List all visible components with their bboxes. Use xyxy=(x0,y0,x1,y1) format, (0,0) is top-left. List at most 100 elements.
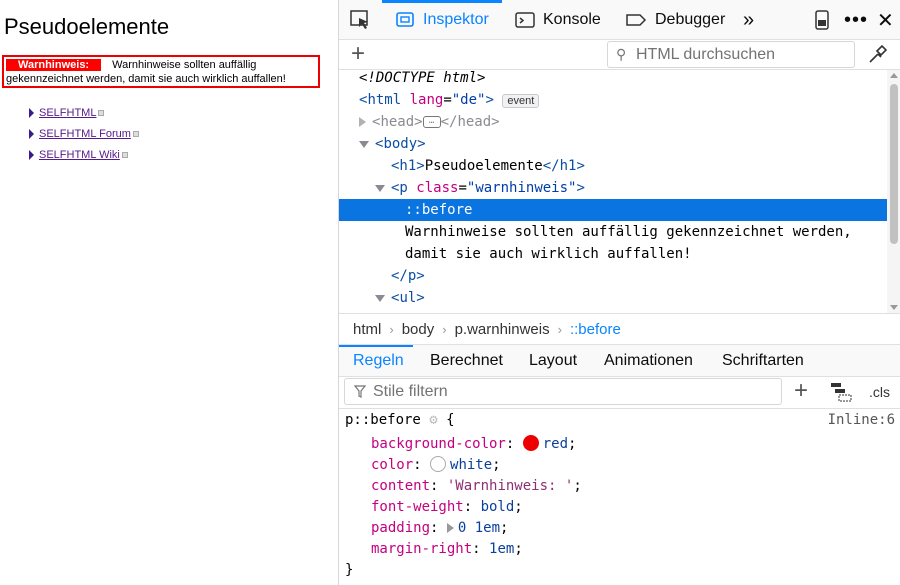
gear-icon[interactable]: ⚙ xyxy=(429,412,437,428)
declaration-row[interactable]: color: white; xyxy=(371,455,501,476)
eyedropper-icon[interactable] xyxy=(867,45,887,65)
declaration-row[interactable]: margin-right: 1em; xyxy=(371,539,523,560)
cls-toggle-button[interactable]: .cls xyxy=(869,384,890,400)
rule-close-brace: } xyxy=(345,562,354,578)
breadcrumb: html › body › p.warnhinweis › ::before xyxy=(339,313,900,345)
tab-layout[interactable]: Layout xyxy=(529,345,577,377)
add-rule-icon[interactable]: + xyxy=(794,379,808,403)
styles-filter-input[interactable]: Stile filtern xyxy=(344,378,782,405)
close-icon[interactable]: ✕ xyxy=(877,0,894,40)
inspector-icon xyxy=(396,12,414,27)
declaration-prop[interactable]: padding xyxy=(371,520,430,536)
text-node-line-1[interactable]: Warnhinweise sollten auffällig gekennzei… xyxy=(339,221,887,243)
bullet-icon xyxy=(29,107,34,118)
breadcrumb-body[interactable]: body xyxy=(402,321,435,338)
declaration-value[interactable]: 0 1em xyxy=(458,520,500,536)
declaration-value[interactable]: 'Warnhinweis: ' xyxy=(447,478,573,494)
markup-scrollbar[interactable] xyxy=(887,70,900,313)
dock-options-button[interactable] xyxy=(815,0,829,40)
collapsed-ellipsis-icon[interactable]: … xyxy=(422,116,441,128)
scroll-down-icon[interactable] xyxy=(890,305,898,310)
text-node-line-2[interactable]: damit sie auch wirklich auffallen! xyxy=(339,243,887,265)
declaration-value[interactable]: 1em xyxy=(489,541,514,557)
html-node[interactable]: <html lang="de"> event xyxy=(339,89,887,111)
declaration-prop[interactable]: background-color xyxy=(371,436,506,452)
bullet-icon xyxy=(29,149,34,160)
body-tag-name: body xyxy=(383,136,418,152)
expand-twisty-icon[interactable] xyxy=(359,117,366,127)
link-selfhtml[interactable]: SELFHTML xyxy=(39,107,96,119)
head-tag-name: head xyxy=(380,114,415,130)
p-attr-name: class xyxy=(416,180,459,196)
ul-node[interactable]: <ul> xyxy=(339,287,887,309)
tab-debugger[interactable]: Debugger xyxy=(625,0,725,40)
styles-toolbar: Stile filtern + .cls xyxy=(339,377,900,409)
element-picker-button[interactable] xyxy=(349,0,371,40)
console-icon xyxy=(515,12,535,28)
body-node[interactable]: <body> xyxy=(339,133,887,155)
declaration-row[interactable]: padding: 0 1em; xyxy=(371,518,508,539)
declaration-value[interactable]: white xyxy=(450,457,492,473)
scrollbar-thumb[interactable] xyxy=(890,84,898,244)
collapse-twisty-icon[interactable] xyxy=(359,140,369,148)
page-title: Pseudoelemente xyxy=(4,14,170,39)
expand-shorthand-icon[interactable] xyxy=(446,523,454,533)
styles-filter-placeholder: Stile filtern xyxy=(373,383,448,400)
breadcrumb-separator-icon: › xyxy=(389,321,394,337)
page-preview: Pseudoelemente Warnhinweis: Warnhinweise … xyxy=(0,0,338,585)
html-search-input[interactable]: ⚲ HTML durchsuchen xyxy=(607,41,855,68)
declaration-row[interactable]: font-weight: bold; xyxy=(371,497,523,518)
add-node-icon[interactable]: + xyxy=(351,42,365,66)
html-search-placeholder: HTML durchsuchen xyxy=(636,46,776,63)
before-pseudo-node[interactable]: ::before xyxy=(339,199,887,221)
breadcrumb-html[interactable]: html xyxy=(353,321,381,338)
tab-console[interactable]: Konsole xyxy=(515,0,601,40)
color-swatch-icon[interactable] xyxy=(522,435,539,451)
declaration-prop[interactable]: color xyxy=(371,457,413,473)
declaration-row[interactable]: content: 'Warnhinweis: '; xyxy=(371,476,582,497)
collapse-twisty-icon[interactable] xyxy=(375,294,385,302)
rule-selector-line[interactable]: p::before ⚙ { xyxy=(345,410,455,431)
declaration-prop[interactable]: font-weight xyxy=(371,499,464,515)
declaration-row[interactable]: background-color: red; xyxy=(371,434,576,455)
collapse-twisty-icon[interactable] xyxy=(375,184,385,192)
declaration-prop[interactable]: margin-right xyxy=(371,541,472,557)
color-swatch-icon[interactable] xyxy=(430,456,447,472)
rule-source-link[interactable]: Inline:6 xyxy=(828,412,895,428)
doctype-node[interactable]: <!DOCTYPE html> xyxy=(339,70,887,89)
list-item: SELFHTML xyxy=(29,102,139,123)
html-tag-name: html xyxy=(367,92,402,108)
declaration-value[interactable]: bold xyxy=(481,499,515,515)
head-node[interactable]: <head>… </head> xyxy=(339,111,887,133)
breadcrumb-before[interactable]: ::before xyxy=(570,321,621,338)
tab-berechnet[interactable]: Berechnet xyxy=(430,345,503,377)
tab-inspector-label: Inspektor xyxy=(423,11,489,28)
pseudo-label: ::before xyxy=(405,202,473,218)
filter-icon xyxy=(354,385,366,398)
devtools-toolbar: Inspektor Konsole Debugger » ••• ✕ xyxy=(339,0,900,40)
link-selfhtml-wiki[interactable]: SELFHTML Wiki xyxy=(39,149,120,161)
tab-inspector[interactable]: Inspektor xyxy=(395,0,489,40)
declaration-value[interactable]: red xyxy=(543,436,568,452)
tab-schriftarten[interactable]: Schriftarten xyxy=(722,345,804,377)
menu-dots-icon[interactable]: ••• xyxy=(844,0,868,40)
scroll-up-icon[interactable] xyxy=(890,73,898,78)
tab-console-label: Konsole xyxy=(543,11,601,28)
text-node-content-2: damit sie auch wirklich auffallen! xyxy=(405,246,692,262)
tab-animationen[interactable]: Animationen xyxy=(604,345,693,377)
declaration-prop[interactable]: content xyxy=(371,478,430,494)
toggle-pseudo-class-icon[interactable] xyxy=(830,382,852,402)
p-close-node[interactable]: </p> xyxy=(339,265,887,287)
bullet-icon xyxy=(29,128,34,139)
pseudo-marker-icon xyxy=(132,130,139,137)
h1-node[interactable]: <h1>Pseudoelemente</h1> xyxy=(339,155,887,177)
p-node[interactable]: <p class="warnhinweis"> xyxy=(339,177,887,199)
event-badge[interactable]: event xyxy=(502,94,540,108)
tab-debugger-label: Debugger xyxy=(655,11,726,28)
rules-view: p::before ⚙ { Inline:6 background-color:… xyxy=(339,409,900,585)
rule-selector: p::before xyxy=(345,412,421,428)
more-tools-chevron-icon[interactable]: » xyxy=(743,0,754,40)
tab-regeln[interactable]: Regeln xyxy=(353,345,404,377)
breadcrumb-p[interactable]: p.warnhinweis xyxy=(455,321,550,338)
link-selfhtml-forum[interactable]: SELFHTML Forum xyxy=(39,128,131,140)
